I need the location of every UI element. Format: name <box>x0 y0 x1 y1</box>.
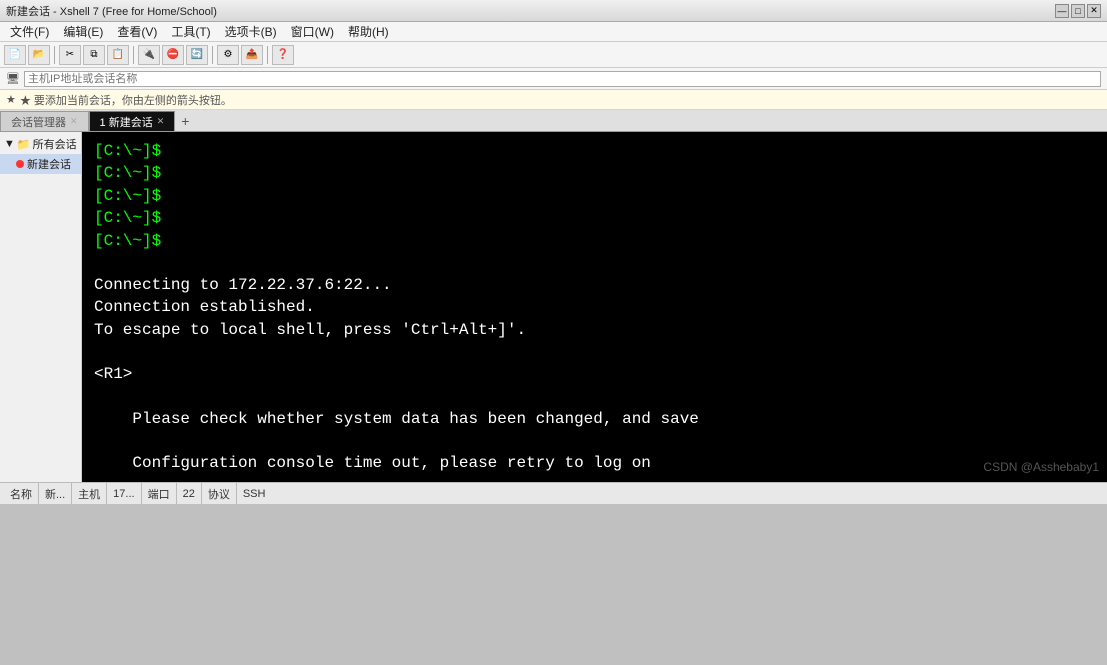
terminal-r1: <R1> <box>94 363 1095 385</box>
toolbar-connect[interactable]: 🔌 <box>138 45 160 65</box>
tab-session-manager-label: 会话管理器 <box>11 114 66 130</box>
status-port-val: 22 <box>183 488 195 500</box>
terminal-blank-1 <box>94 252 1095 274</box>
terminal-escape: To escape to local shell, press 'Ctrl+Al… <box>94 319 1095 341</box>
status-host-val: 17... <box>113 488 134 500</box>
menu-tabs[interactable]: 选项卡(B) <box>219 22 283 41</box>
red-dot-icon <box>16 160 24 168</box>
watermark: CSDN @Asshebaby1 <box>983 460 1099 474</box>
status-port-key: 端口 <box>148 486 170 502</box>
toolbar-cut[interactable]: ✂ <box>59 45 81 65</box>
tab-bar: 会话管理器 ✕ 1 新建会话 ✕ + <box>0 110 1107 132</box>
address-input[interactable] <box>24 71 1101 87</box>
status-port-value: 22 <box>177 483 202 504</box>
menu-bar: 文件(F) 编辑(E) 查看(V) 工具(T) 选项卡(B) 窗口(W) 帮助(… <box>0 22 1107 42</box>
address-icon: 🖥 <box>6 72 20 85</box>
hint-bar: ★ ★ 要添加当前会话，你由左侧的箭头按钮。 <box>0 90 1107 110</box>
status-host-value: 17... <box>107 483 141 504</box>
toolbar-disconnect[interactable]: ⛔ <box>162 45 184 65</box>
tab-new-session-label: 1 新建会话 <box>100 114 153 130</box>
menu-window[interactable]: 窗口(W) <box>285 22 340 41</box>
status-name-key: 名称 <box>10 486 32 502</box>
tab-new-session[interactable]: 1 新建会话 ✕ <box>89 111 176 131</box>
window-controls: — □ ✕ <box>1055 4 1101 18</box>
toolbar-new[interactable]: 📄 <box>4 45 26 65</box>
folder-icon: 📁 <box>17 138 31 151</box>
toolbar-sep4 <box>267 46 268 64</box>
toolbar-sep1 <box>54 46 55 64</box>
status-bar: 名称 新... 主机 17... 端口 22 协议 SSH <box>0 482 1107 504</box>
toolbar-settings[interactable]: ⚙ <box>217 45 239 65</box>
terminal-prompt-5: [C:\~]$ <box>94 230 1095 252</box>
toolbar-transfer[interactable]: 📤 <box>241 45 263 65</box>
minimize-button[interactable]: — <box>1055 4 1069 18</box>
terminal-prompt-2: [C:\~]$ <box>94 162 1095 184</box>
sidebar-group-all-sessions[interactable]: ▼ 📁 所有会话 <box>0 134 81 154</box>
status-host-label: 主机 <box>72 483 107 504</box>
sidebar-item-new-session-label: 新建会话 <box>27 156 71 172</box>
terminal-please: Please check whether system data has bee… <box>94 408 1095 430</box>
terminal-prompt-1: [C:\~]$ <box>94 140 1095 162</box>
hint-text: ★ 要添加当前会话，你由左侧的箭头按钮。 <box>20 92 232 108</box>
status-name-value: 新... <box>39 483 72 504</box>
terminal-config: Configuration console time out, please r… <box>94 452 1095 474</box>
toolbar-sep3 <box>212 46 213 64</box>
sidebar-group-label: 所有会话 <box>33 136 77 152</box>
toolbar-sep2 <box>133 46 134 64</box>
sidebar-section: ▼ 📁 所有会话 新建会话 <box>0 132 81 176</box>
tab-new-session-close[interactable]: ✕ <box>157 116 165 127</box>
workspace: ▼ 📁 所有会话 新建会话 [C:\~]$ [C:\~]$ [C:\~]$ [C… <box>0 132 1107 482</box>
title-bar: 新建会话 - Xshell 7 (Free for Home/School) —… <box>0 0 1107 22</box>
tab-session-manager-close[interactable]: ✕ <box>70 116 78 127</box>
toolbar-help[interactable]: ❓ <box>272 45 294 65</box>
toolbar-open[interactable]: 📂 <box>28 45 50 65</box>
toolbar-reconnect[interactable]: 🔄 <box>186 45 208 65</box>
status-name-val: 新... <box>45 486 65 502</box>
terminal-blank-3 <box>94 386 1095 408</box>
status-proto-val: SSH <box>243 488 266 500</box>
terminal-blank-4 <box>94 430 1095 452</box>
status-proto-key: 协议 <box>208 486 230 502</box>
sidebar-item-new-session[interactable]: 新建会话 <box>0 154 81 174</box>
status-port-label: 端口 <box>142 483 177 504</box>
chevron-down-icon: ▼ <box>4 138 15 150</box>
sidebar: ▼ 📁 所有会话 新建会话 <box>0 132 82 482</box>
menu-view[interactable]: 查看(V) <box>111 22 163 41</box>
terminal-prompt-4: [C:\~]$ <box>94 207 1095 229</box>
status-host-key: 主机 <box>78 486 100 502</box>
toolbar: 📄 📂 ✂ ⧉ 📋 🔌 ⛔ 🔄 ⚙ 📤 ❓ <box>0 42 1107 68</box>
menu-edit[interactable]: 编辑(E) <box>57 22 109 41</box>
terminal-blank-2 <box>94 341 1095 363</box>
tab-session-manager[interactable]: 会话管理器 ✕ <box>0 111 89 131</box>
menu-tools[interactable]: 工具(T) <box>165 22 216 41</box>
address-bar: 🖥 <box>0 68 1107 90</box>
status-name-label: 名称 <box>4 483 39 504</box>
title-text: 新建会话 - Xshell 7 (Free for Home/School) <box>6 3 217 19</box>
tab-add-button[interactable]: + <box>175 111 195 131</box>
terminal-connecting: Connecting to 172.22.37.6:22... <box>94 274 1095 296</box>
status-proto-value: SSH <box>237 483 272 504</box>
menu-help[interactable]: 帮助(H) <box>342 22 395 41</box>
toolbar-paste[interactable]: 📋 <box>107 45 129 65</box>
toolbar-copy[interactable]: ⧉ <box>83 45 105 65</box>
terminal-established: Connection established. <box>94 296 1095 318</box>
terminal[interactable]: [C:\~]$ [C:\~]$ [C:\~]$ [C:\~]$ [C:\~]$ … <box>82 132 1107 482</box>
terminal-prompt-3: [C:\~]$ <box>94 185 1095 207</box>
close-button[interactable]: ✕ <box>1087 4 1101 18</box>
hint-star: ★ <box>6 93 16 106</box>
menu-file[interactable]: 文件(F) <box>4 22 55 41</box>
status-proto-label: 协议 <box>202 483 237 504</box>
maximize-button[interactable]: □ <box>1071 4 1085 18</box>
